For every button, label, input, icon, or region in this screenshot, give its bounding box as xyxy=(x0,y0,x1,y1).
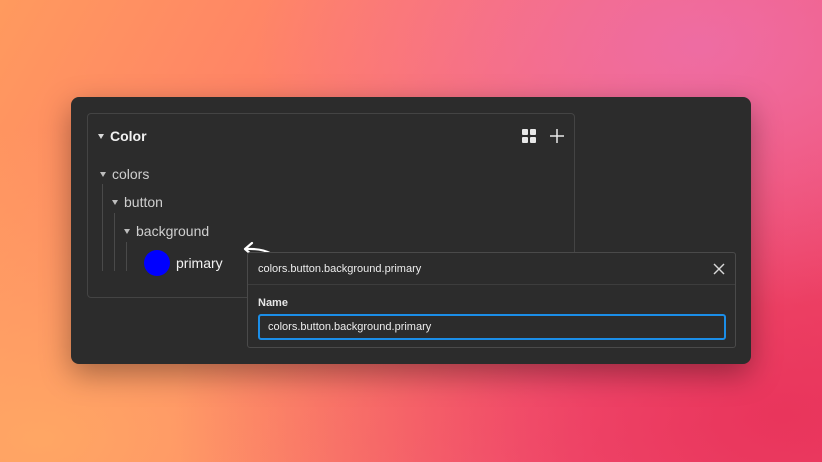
expand-caret-icon xyxy=(112,199,118,205)
tree-guide-line xyxy=(114,213,115,271)
tree-group-label: colors xyxy=(112,166,150,182)
tree-group-button[interactable]: button xyxy=(112,194,163,210)
expand-caret-icon xyxy=(100,171,106,177)
grid-view-icon[interactable] xyxy=(522,129,536,143)
tree-guide-line xyxy=(126,242,127,271)
color-token-primary[interactable]: primary xyxy=(144,250,223,276)
plus-icon xyxy=(550,129,564,143)
name-field-label: Name xyxy=(258,297,288,309)
panel-header: Color xyxy=(98,128,564,144)
edit-token-dialog: colors.button.background.primary Name xyxy=(247,252,736,348)
panel-header-actions xyxy=(522,129,564,143)
tree-group-label: background xyxy=(136,223,210,239)
tree-group-label: button xyxy=(124,194,163,210)
color-swatch[interactable] xyxy=(144,250,170,276)
expand-caret-icon xyxy=(124,228,130,234)
tree-group-background[interactable]: background xyxy=(124,223,209,239)
tree-guide-line xyxy=(102,184,103,271)
app-window: Color colors button background primary c… xyxy=(71,97,751,364)
dialog-title: colors.button.background.primary xyxy=(258,262,422,275)
close-icon xyxy=(713,263,725,275)
tree-group-colors[interactable]: colors xyxy=(100,166,149,182)
name-input[interactable] xyxy=(258,314,726,340)
dialog-header: colors.button.background.primary xyxy=(248,253,735,285)
token-label: primary xyxy=(176,255,223,271)
panel-title: Color xyxy=(110,128,147,144)
add-token-button[interactable] xyxy=(550,129,564,143)
close-button[interactable] xyxy=(712,262,726,276)
collapse-caret-icon[interactable] xyxy=(98,133,104,139)
